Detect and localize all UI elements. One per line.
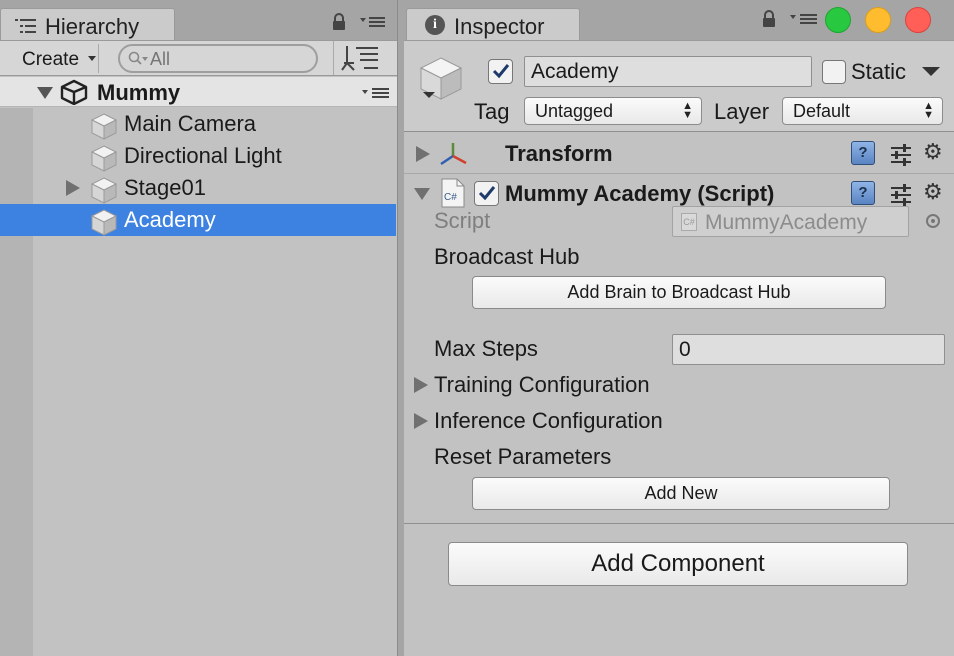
- divider: [404, 523, 954, 524]
- hierarchy-item[interactable]: Main Camera: [0, 108, 396, 140]
- unity-logo-icon: [60, 79, 88, 105]
- object-picker-icon[interactable]: [926, 214, 940, 228]
- max-steps-label: Max Steps: [434, 336, 538, 361]
- expand-arrow-icon[interactable]: [66, 180, 80, 196]
- add-component-button[interactable]: Add Component: [448, 542, 908, 586]
- hierarchy-sort-icon: [341, 46, 378, 71]
- training-config-foldout[interactable]: Training Configuration: [434, 372, 650, 398]
- static-dropdown-icon[interactable]: [922, 67, 940, 76]
- lock-icon[interactable]: [761, 9, 777, 29]
- create-label: Create: [22, 49, 80, 70]
- script-reference-field[interactable]: C# MummyAcademy: [672, 206, 909, 237]
- preset-sliders-icon[interactable]: [889, 183, 913, 207]
- script-label: Script: [434, 208, 491, 233]
- gameobject-cube-icon: [90, 113, 118, 140]
- help-icon[interactable]: ?: [851, 141, 875, 165]
- hierarchy-item[interactable]: Directional Light: [0, 140, 396, 172]
- gameobject-cube-icon: [90, 145, 118, 172]
- hierarchy-item-label: Academy: [124, 207, 216, 232]
- add-new-button[interactable]: Add New: [472, 477, 890, 510]
- tag-value: Untagged: [535, 101, 614, 121]
- hierarchy-tab[interactable]: Hierarchy: [0, 8, 175, 40]
- script-value: MummyAcademy: [705, 211, 868, 234]
- active-checkbox[interactable]: [488, 59, 513, 84]
- hierarchy-list-icon: [15, 19, 36, 33]
- inspector-tab-label: Inspector: [454, 14, 545, 39]
- inspector-tab[interactable]: i Inspector: [406, 8, 580, 40]
- window-zoom-button[interactable]: [825, 7, 851, 33]
- inspector-tab-bar: i Inspector: [404, 0, 954, 40]
- gear-icon[interactable]: ⚙: [923, 179, 943, 205]
- object-name-field[interactable]: [524, 56, 812, 87]
- layer-dropdown[interactable]: Default ▲ ▼: [782, 97, 943, 125]
- static-checkbox[interactable]: [822, 60, 846, 84]
- hierarchy-item-selected[interactable]: Academy: [0, 204, 396, 236]
- window-close-button[interactable]: [905, 7, 931, 33]
- scene-name: Mummy: [97, 80, 181, 105]
- expand-arrow-icon[interactable]: [414, 413, 428, 429]
- layer-label: Layer: [714, 99, 770, 124]
- hierarchy-item-label: Directional Light: [124, 143, 282, 168]
- expand-arrow-icon[interactable]: [416, 146, 430, 162]
- add-brain-button[interactable]: Add Brain to Broadcast Hub: [472, 276, 886, 309]
- gameobject-header: Static Tag Untagged ▲▼ Layer Default ▲▼: [404, 40, 954, 132]
- hierarchy-filter-button[interactable]: [333, 41, 393, 75]
- panel-splitter[interactable]: [397, 0, 404, 656]
- hierarchy-tab-label: Hierarchy: [45, 14, 140, 39]
- info-icon: i: [425, 15, 445, 35]
- max-steps-field[interactable]: [672, 334, 945, 365]
- hierarchy-item-label: Main Camera: [124, 111, 257, 136]
- transform-component-header[interactable]: Transform ? ⚙: [404, 134, 954, 174]
- panel-menu-icon[interactable]: [360, 16, 386, 28]
- transform-axes-icon: [440, 143, 467, 166]
- tag-dropdown[interactable]: Untagged ▲ ▼: [524, 97, 702, 125]
- hierarchy-item[interactable]: Stage01: [0, 172, 396, 204]
- create-dropdown[interactable]: Create: [12, 44, 99, 73]
- collapse-arrow-icon[interactable]: [414, 188, 430, 200]
- help-icon[interactable]: ?: [851, 181, 875, 205]
- checkmark-icon: [492, 64, 510, 79]
- transform-title: Transform: [505, 141, 613, 166]
- window-minimize-button[interactable]: [865, 7, 891, 33]
- script-enabled-checkbox[interactable]: [474, 181, 499, 206]
- panel-menu-icon[interactable]: [790, 13, 818, 25]
- scene-menu-icon[interactable]: [362, 87, 390, 99]
- hierarchy-panel: Hierarchy Create All Mummy Main Camera D…: [0, 0, 398, 656]
- preset-sliders-icon[interactable]: [889, 143, 913, 167]
- csharp-script-icon: C#: [441, 178, 465, 208]
- tag-label: Tag: [474, 99, 510, 124]
- updown-arrows-icon: ▲ ▼: [923, 100, 934, 121]
- gameobject-cube-icon: [90, 177, 118, 204]
- lock-icon[interactable]: [331, 12, 347, 32]
- collapse-arrow-icon[interactable]: [37, 87, 53, 99]
- script-component-title: Mummy Academy (Script): [505, 181, 775, 206]
- cs-badge-text: C#: [444, 192, 457, 203]
- gameobject-cube-icon[interactable]: [416, 55, 466, 105]
- csharp-file-icon: C#: [681, 213, 697, 231]
- broadcast-hub-label: Broadcast Hub: [434, 244, 580, 269]
- hierarchy-search[interactable]: [118, 44, 318, 73]
- layer-value: Default: [793, 101, 851, 121]
- inference-config-foldout[interactable]: Inference Configuration: [434, 408, 663, 434]
- search-icon: [128, 51, 148, 65]
- scene-row[interactable]: Mummy: [0, 77, 398, 107]
- hierarchy-item-label: Stage01: [124, 175, 206, 200]
- search-input[interactable]: [150, 49, 310, 69]
- updown-arrows-icon: ▲ ▼: [682, 100, 693, 121]
- reset-parameters-label: Reset Parameters: [434, 444, 612, 469]
- hierarchy-tab-bar: Hierarchy: [0, 0, 398, 40]
- inspector-panel: i Inspector Static Tag Untagg: [404, 0, 954, 656]
- checkmark-icon: [478, 186, 496, 201]
- chevron-down-icon: [88, 56, 96, 61]
- static-label: Static: [851, 59, 907, 84]
- gameobject-cube-icon: [90, 209, 118, 236]
- hierarchy-toolbar: Create: [0, 40, 398, 76]
- expand-arrow-icon[interactable]: [414, 377, 428, 393]
- gear-icon[interactable]: ⚙: [923, 139, 943, 165]
